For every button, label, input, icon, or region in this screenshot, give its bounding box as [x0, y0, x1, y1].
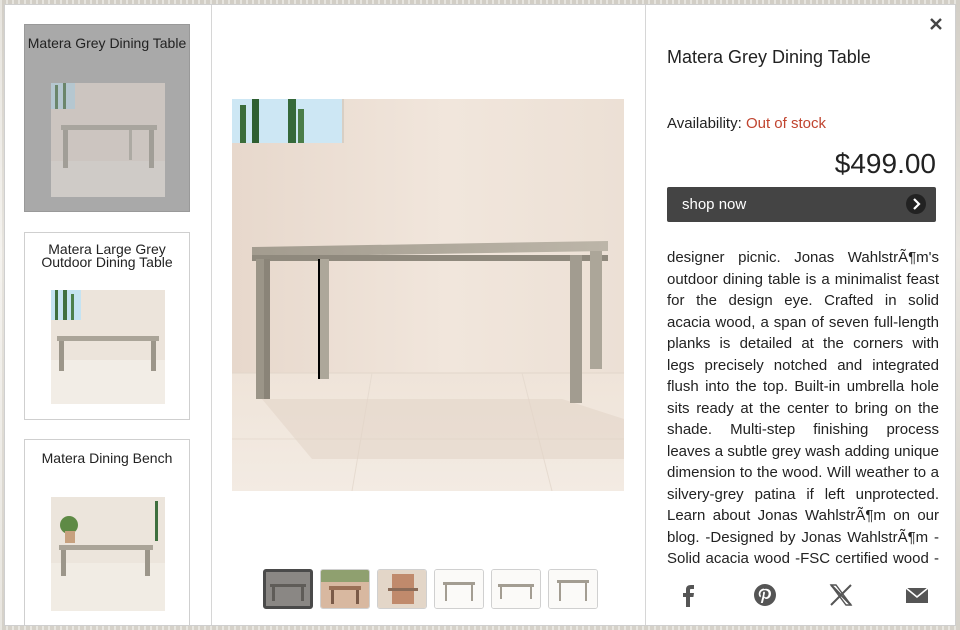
thumbnail[interactable]	[320, 569, 370, 609]
pinterest-icon[interactable]	[751, 581, 779, 609]
thumbnail-strip	[263, 569, 623, 611]
product-details: Matera Grey Dining Table Availability: O…	[645, 5, 956, 625]
related-product-title-line2: Outdoor Dining Table	[41, 254, 173, 270]
related-product-card[interactable]: Matera Large Grey Outdoor Dining Table	[24, 232, 190, 420]
product-description: designer picnic. Jonas WahlstrÃ¶m's outd…	[667, 249, 939, 565]
related-product-image	[51, 83, 165, 197]
email-icon[interactable]	[903, 581, 931, 609]
related-product-title: Matera Grey Dining Table	[27, 35, 187, 51]
shop-now-button[interactable]: shop now	[667, 187, 936, 222]
close-icon[interactable]	[926, 13, 946, 35]
chevron-right-icon	[906, 194, 926, 214]
product-price: $499.00	[834, 148, 936, 179]
facebook-icon[interactable]	[675, 581, 703, 609]
thumbnail[interactable]	[548, 569, 598, 609]
availability: Availability: Out of stock	[667, 115, 826, 132]
related-product-image	[51, 497, 165, 611]
thumbnail[interactable]	[434, 569, 484, 609]
x-twitter-icon[interactable]	[827, 581, 855, 609]
share-bar	[667, 581, 937, 609]
product-gallery	[211, 5, 645, 625]
related-product-card[interactable]: Matera Dining Bench	[24, 439, 190, 625]
related-product-image	[51, 290, 165, 404]
thumbnail[interactable]	[263, 569, 313, 609]
main-product-image[interactable]	[232, 99, 624, 491]
related-products-list[interactable]: Matera Grey Dining Table Matera Large Gr…	[5, 5, 212, 625]
availability-label: Availability:	[667, 115, 742, 132]
quick-view-modal: Matera Grey Dining Table Matera Large Gr…	[4, 4, 956, 626]
related-product-card[interactable]: Matera Grey Dining Table	[24, 24, 190, 212]
related-product-title: Matera Dining Bench	[41, 450, 173, 466]
thumbnail[interactable]	[491, 569, 541, 609]
shop-now-label: shop now	[682, 196, 747, 213]
thumbnail[interactable]	[377, 569, 427, 609]
availability-status: Out of stock	[745, 115, 826, 132]
product-title: Matera Grey Dining Table	[667, 47, 871, 67]
